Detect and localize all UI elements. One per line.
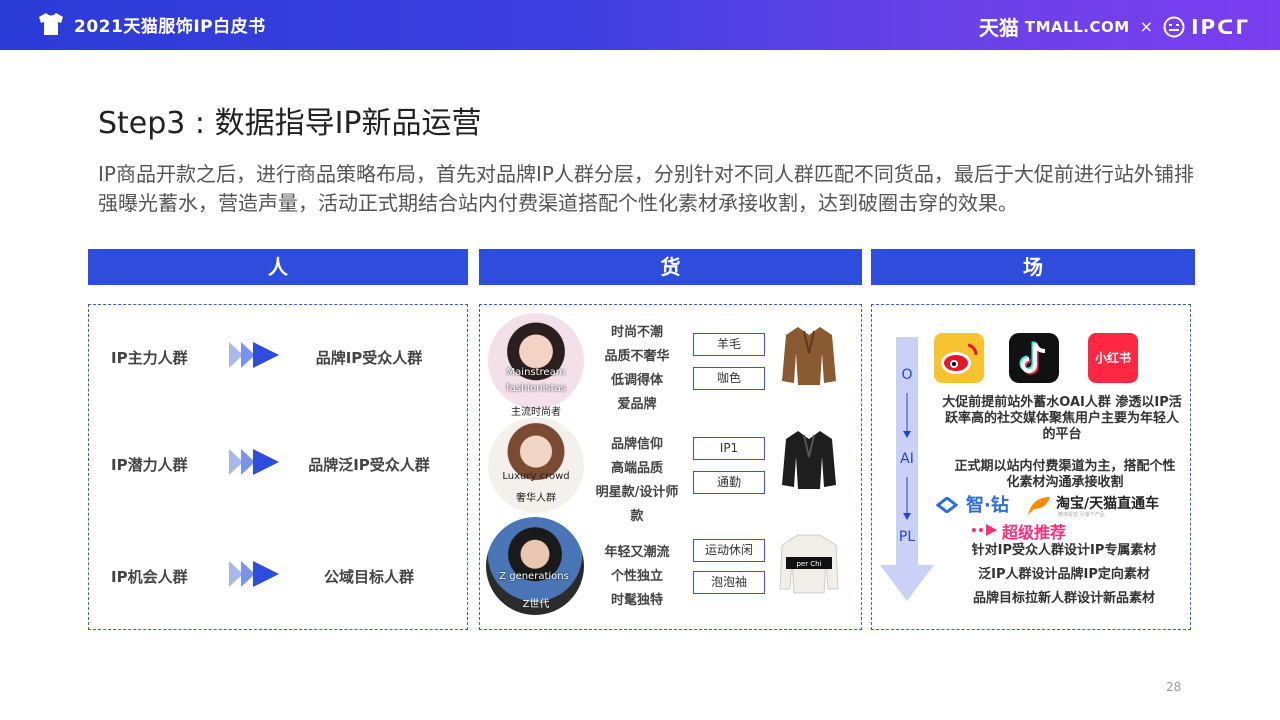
avatar-caption-cn: 主流时尚者 (511, 407, 561, 418)
trait-list: 年轻又潮流 个性独立 时髦独特 (590, 541, 684, 613)
avatar-photo: Mainstream fashionistas (488, 313, 584, 409)
app-icons: 小红书 (934, 333, 1174, 385)
trait-text: 低调得体 (610, 373, 663, 388)
trait-text: 爱品牌 (617, 397, 657, 412)
scene-panel: O AI PL 小红书 大促前提前站外蓄水OAI人群 渗透以IP活跃率高的社交媒… (871, 304, 1191, 630)
chaoji-logo-icon (972, 524, 997, 536)
flow-label: AI (900, 451, 914, 467)
trait-list: 时尚不潮 品质不奢华 低调得体 爱品牌 (590, 321, 684, 417)
ztc-logo: 淘宝/天猫直通车 (1056, 496, 1160, 512)
ipcc-logo: IPᑕᒥ (1191, 14, 1250, 39)
material-line: 针对IP受众人群设计IP专属素材 (971, 543, 1157, 558)
people-row: IP机会人群 公域目标人群 (89, 556, 467, 596)
product-tag: IP1 (693, 437, 765, 460)
flow-label: PL (898, 529, 916, 545)
trait-list: 品牌信仰 高端品质 明星款/设计师款 (590, 433, 684, 524)
svg-text:per Chi: per Chi (796, 560, 821, 568)
brown-blazer-image (782, 327, 836, 385)
oaipl-labels: O AI PL (876, 337, 938, 605)
avatar-caption-en: Luxury crowd (502, 471, 570, 482)
people-target: 品牌泛IP受众人群 (308, 456, 430, 474)
material-line: 泛IP人群设计品牌IP定向素材 (978, 567, 1150, 582)
brand-logos: 天猫 TMALL.COM × IPᑕᒥ (979, 12, 1250, 41)
tshirt-icon (39, 13, 63, 35)
formal-period-text: 正式期以站内付费渠道为主，搭配个性化素材沟通承接收割 (954, 459, 1176, 490)
zhizuan-logo: 智·钻 (966, 495, 1009, 516)
header-bar: 2021天猫服饰IP白皮书 天猫 TMALL.COM × IPᑕᒥ (0, 0, 1280, 50)
trait-text: 年轻又潮流 (604, 545, 670, 560)
trait-text: 品牌信仰 (610, 437, 663, 452)
ztc-logo-icon (1028, 497, 1050, 515)
goods-row: Mainstream fashionistas 主流时尚者 时尚不潮 品质不奢华… (480, 313, 861, 418)
flow-label: O (901, 367, 913, 383)
goods-row: Luxury crowd 奢华人群 品牌信仰 高端品质 明星款/设计师款 IP1… (480, 417, 861, 524)
tmall-logo-cn: 天猫 (978, 16, 1019, 40)
triple-arrow-icon (229, 561, 279, 587)
page-title: Step3 : 数据指导IP新品运营 (98, 106, 482, 141)
column-head-scene: 场 (871, 249, 1195, 285)
product-tag: 运动休闲 (693, 539, 765, 562)
product-tag: 通勤 (693, 471, 765, 494)
trait-text: 品质不奢华 (604, 349, 670, 364)
xiaohongshu-icon: 小红书 (1088, 333, 1138, 383)
avatar-caption-cn: Z世代 (522, 599, 550, 610)
column-head-goods: 货 (479, 249, 862, 285)
product-tag: 泡泡袖 (693, 571, 765, 594)
chaoji-logo: 超级推荐 (1002, 523, 1067, 542)
black-blazer-image (782, 431, 836, 489)
tiktok-icon (1009, 333, 1059, 383)
times-sign: × (1139, 17, 1154, 36)
intro-paragraph: IP商品开款之后，进行商品策略布局，首先对品牌IP人群分层，分别针对不同人群匹配… (98, 162, 1194, 215)
people-source: IP机会人群 (111, 568, 188, 586)
ad-channel-logos: 智·钻 淘宝/天猫直通车 精准投放 引爆下产品 超级推荐 (936, 491, 1186, 542)
people-panel: IP主力人群 品牌IP受众人群 IP潜力人群 品牌泛IP受众人群 IP机会人群 … (88, 304, 468, 630)
ipcc-face-icon (1163, 16, 1185, 37)
zhizuan-logo-icon (936, 497, 958, 513)
sweater-image: per Chi (779, 534, 839, 594)
trait-text: 时尚不潮 (610, 325, 663, 340)
trait-text: 时髦独特 (610, 593, 663, 608)
page-number: 28 (1166, 680, 1182, 694)
people-row: IP主力人群 品牌IP受众人群 (89, 337, 467, 377)
report-title: 2021天猫服饰IP白皮书 (74, 17, 266, 37)
trait-text: 高端品质 (610, 461, 663, 476)
column-head-people: 人 (88, 249, 468, 285)
avatar-caption-en: Z generations (499, 571, 569, 582)
product-tag: 咖色 (693, 367, 765, 390)
people-source: IP潜力人群 (111, 456, 188, 474)
avatar-caption-en: Mainstream fashionistas (506, 367, 566, 394)
material-line: 品牌目标拉新人群设计新品素材 (972, 591, 1155, 606)
trait-text: 明星款/设计师款 (595, 485, 679, 524)
product-tag: 羊毛 (693, 333, 765, 356)
pre-promo-text: 大促前提前站外蓄水OAI人群 渗透以IP活跃率高的社交媒体聚焦用户主要为年轻人的… (942, 395, 1182, 442)
triple-arrow-icon (229, 449, 279, 475)
triple-arrow-icon (229, 342, 279, 368)
ztc-logo-subtitle: 精准投放 引爆下产品 (1058, 512, 1105, 518)
tmall-logo-en: TMALL.COM (1024, 17, 1130, 36)
goods-panel: Mainstream fashionistas 主流时尚者 时尚不潮 品质不奢华… (479, 304, 862, 630)
trait-text: 个性独立 (610, 569, 663, 584)
goods-row: Z generations Z世代 年轻又潮流 个性独立 时髦独特 运动休闲 泡… (480, 517, 861, 615)
people-target: 品牌IP受众人群 (315, 349, 423, 367)
people-row: IP潜力人群 品牌泛IP受众人群 (89, 444, 467, 484)
people-source: IP主力人群 (111, 349, 188, 367)
weibo-icon (934, 333, 984, 383)
people-target: 公域目标人群 (323, 568, 414, 586)
avatar-caption-cn: 奢华人群 (516, 493, 556, 504)
